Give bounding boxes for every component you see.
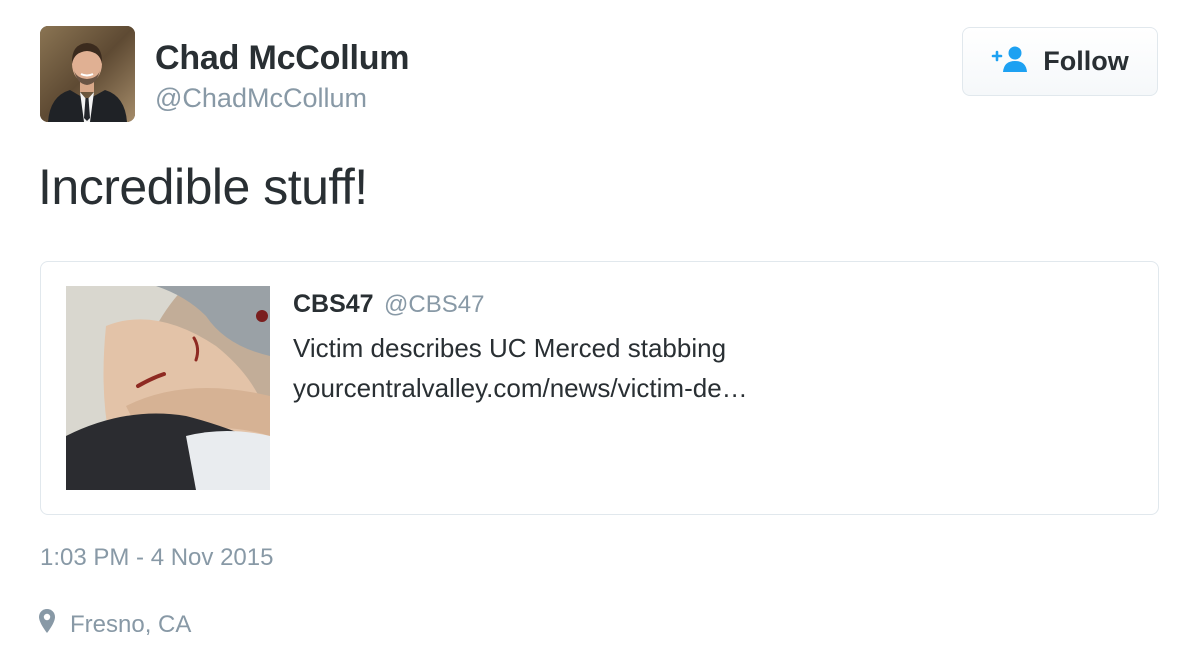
quoted-tweet-text: Victim describes UC Merced stabbing	[293, 333, 727, 363]
screen-name[interactable]: @ChadMcCollum	[155, 83, 367, 114]
quoted-author-handle[interactable]: @CBS47	[384, 291, 484, 318]
location-label: Fresno, CA	[70, 610, 192, 638]
follow-button[interactable]: Follow	[962, 27, 1158, 96]
display-name[interactable]: Chad McCollum	[155, 39, 409, 78]
quoted-tweet-header: CBS47 @CBS47	[293, 290, 484, 319]
map-pin-icon	[38, 608, 56, 641]
add-user-icon	[991, 45, 1029, 78]
quoted-tweet-image[interactable]	[66, 286, 270, 490]
tweet-location[interactable]: Fresno, CA	[38, 608, 191, 641]
follow-label: Follow	[1043, 46, 1129, 76]
quoted-tweet-link[interactable]: yourcentralvalley.com/news/victim-de…	[293, 368, 748, 408]
avatar-photo	[40, 26, 135, 122]
quoted-author-name[interactable]: CBS47	[293, 290, 374, 318]
tweet-timestamp[interactable]: 1:03 PM - 4 Nov 2015	[40, 544, 273, 572]
tweet-container: Chad McCollum @ChadMcCollum Follow Incre…	[0, 0, 1188, 650]
quoted-tweet-body: Victim describes UC Merced stabbing your…	[293, 328, 748, 408]
quoted-tweet-card[interactable]: CBS47 @CBS47 Victim describes UC Merced …	[40, 261, 1159, 515]
avatar[interactable]	[40, 26, 135, 122]
tweet-text: Incredible stuff!	[38, 159, 368, 215]
